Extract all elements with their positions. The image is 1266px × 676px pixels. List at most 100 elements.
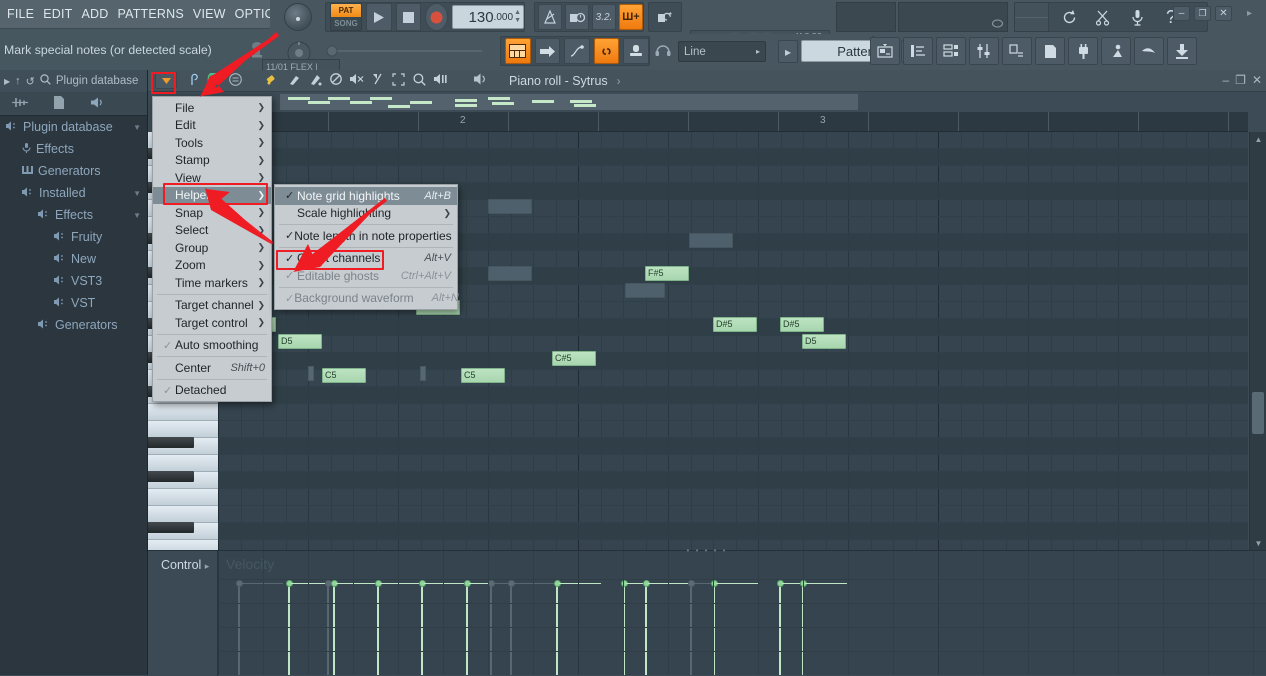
plugin-icon[interactable] — [1068, 37, 1098, 65]
hand-icon[interactable] — [1134, 37, 1164, 65]
delete-icon[interactable] — [330, 73, 342, 88]
velocity-stem[interactable] — [327, 583, 329, 675]
download-icon[interactable] — [1167, 37, 1197, 65]
menu-item[interactable]: Stamp❯ — [153, 152, 271, 170]
velocity-editor[interactable]: Velocity — [218, 551, 1266, 675]
overview-strip[interactable] — [280, 94, 858, 110]
master-volume-knob[interactable] — [284, 3, 312, 31]
piano-roll-note[interactable]: D#5 — [780, 317, 824, 332]
scroll-up-arrow[interactable]: ▲ — [1250, 132, 1266, 146]
timeline-ruler[interactable]: 23 — [238, 112, 1248, 132]
browser-tree-item[interactable]: VST — [0, 292, 147, 314]
velocity-stem[interactable] — [377, 583, 379, 675]
piano-white-key[interactable] — [148, 455, 218, 472]
menu-item[interactable]: ✓Note length in note properties — [275, 227, 457, 245]
mixer-icon[interactable] — [623, 38, 649, 64]
automation-icon[interactable] — [564, 38, 590, 64]
menu-item[interactable]: Helpers❯ — [153, 187, 271, 205]
song-loop-icon[interactable] — [648, 2, 682, 32]
velocity-stem[interactable] — [421, 583, 423, 675]
zoom-icon[interactable] — [413, 73, 426, 89]
plugin-picker-icon[interactable] — [1002, 37, 1032, 65]
ghost-note-slim[interactable] — [420, 366, 426, 381]
menu-item[interactable]: Edit❯ — [153, 117, 271, 135]
menu-item[interactable]: View❯ — [153, 169, 271, 187]
browser-icon[interactable] — [870, 37, 900, 65]
menu-edit[interactable]: EDIT — [42, 6, 73, 22]
menu-item[interactable]: Scale highlighting❯ — [275, 205, 457, 223]
menu-item[interactable]: Target channel❯ — [153, 297, 271, 315]
piano-white-key[interactable] — [148, 489, 218, 506]
browser-tree-item[interactable]: Installed▼ — [0, 182, 147, 204]
browser-tree-item[interactable]: Effects▼ — [0, 204, 147, 226]
browser-tree-item[interactable]: Generators — [0, 160, 147, 182]
expand-arrow-icon[interactable]: ▸ — [1247, 8, 1252, 19]
forward-icon[interactable]: ▶ — [4, 77, 10, 86]
piano-roll-note[interactable]: C5 — [461, 368, 505, 383]
pr-maximize-icon[interactable]: ❐ — [1235, 73, 1246, 87]
ghost-note[interactable] — [625, 283, 665, 298]
piano-black-key[interactable] — [148, 471, 194, 482]
pattern-mode-icon[interactable]: Ш+ — [619, 4, 643, 30]
dropdown-arrow-icon[interactable] — [155, 72, 177, 89]
wave-icon[interactable] — [12, 97, 28, 111]
menu-item[interactable]: Time markers❯ — [153, 274, 271, 292]
piano-roll-note[interactable]: D#5 — [713, 317, 757, 332]
undo-icon[interactable]: ↺ — [26, 75, 35, 88]
browser-tree-item[interactable]: Plugin database▼ — [0, 116, 147, 138]
menu-list-icon[interactable] — [229, 73, 242, 89]
helpers-submenu[interactable]: ✓Note grid highlightsAlt+BScale highligh… — [274, 184, 458, 310]
mic-icon[interactable] — [1122, 4, 1152, 30]
browser-tree-item[interactable]: New — [0, 248, 147, 270]
menu-item[interactable]: ✓Auto smoothing — [153, 337, 271, 355]
channel-rack-icon[interactable] — [936, 37, 966, 65]
piano-roll-icon[interactable] — [505, 38, 531, 64]
close-icon[interactable]: ✕ — [1215, 6, 1232, 21]
menu-item[interactable]: ✓Note grid highlightsAlt+B — [275, 187, 457, 205]
refresh-icon[interactable] — [1054, 4, 1084, 30]
menu-item[interactable]: Tools❯ — [153, 134, 271, 152]
menu-item[interactable]: CenterShift+0 — [153, 359, 271, 377]
velocity-stem[interactable] — [490, 583, 492, 675]
menu-item[interactable]: ✓Background waveformAlt+N — [275, 290, 457, 308]
ghost-note[interactable] — [689, 233, 733, 248]
menu-view[interactable]: VIEW — [192, 6, 227, 22]
piano-roll-note[interactable]: C5 — [322, 368, 366, 383]
browser-tree-item[interactable]: Effects — [0, 138, 147, 160]
playlist-icon[interactable] — [903, 37, 933, 65]
pr-minimize-icon[interactable]: – — [1222, 73, 1229, 87]
browser-tree-item[interactable]: Generators — [0, 314, 147, 336]
piano-roll-note[interactable]: C#5 — [552, 351, 596, 366]
step-sequencer-icon[interactable] — [535, 38, 561, 64]
menu-item[interactable]: Snap❯ — [153, 204, 271, 222]
tool-mode-select[interactable]: Line ▸ — [678, 41, 766, 62]
velocity-stem[interactable] — [645, 583, 647, 675]
scrollbar-thumb[interactable] — [1252, 392, 1264, 434]
mixer-rack-icon[interactable] — [1101, 37, 1131, 65]
chevron-down-icon[interactable]: ▼ — [133, 189, 141, 198]
file-icon[interactable] — [54, 96, 65, 112]
piano-white-key[interactable] — [148, 506, 218, 523]
pitch-slider[interactable] — [324, 40, 484, 62]
piano-white-key[interactable] — [148, 404, 218, 421]
browser-tree-item[interactable]: VST3 — [0, 270, 147, 292]
typing-keyboard-icon[interactable] — [186, 73, 198, 89]
draw-icon[interactable] — [266, 73, 280, 89]
mute-icon[interactable] — [350, 73, 364, 88]
search-icon[interactable] — [40, 74, 51, 88]
pattern-prev-button[interactable]: ▸ — [778, 40, 798, 63]
piano-black-key[interactable] — [148, 437, 194, 448]
menu-item[interactable]: Group❯ — [153, 239, 271, 257]
tempo-spinner-icon[interactable]: ▲▼ — [514, 9, 521, 25]
minimize-icon[interactable]: – — [1173, 6, 1190, 21]
menu-item[interactable]: File❯ — [153, 99, 271, 117]
menu-item[interactable]: ✓Editable ghostsCtrl+Alt+V — [275, 267, 457, 285]
velocity-stem[interactable] — [779, 583, 781, 675]
velocity-stem[interactable] — [690, 583, 692, 675]
menu-patterns[interactable]: PATTERNS — [116, 6, 184, 22]
slice-icon[interactable] — [372, 73, 384, 89]
ghost-note[interactable] — [488, 266, 532, 281]
menu-item[interactable]: Zoom❯ — [153, 257, 271, 275]
piano-white-key[interactable] — [148, 421, 218, 438]
piano-roll-note[interactable]: F#5 — [645, 266, 689, 281]
